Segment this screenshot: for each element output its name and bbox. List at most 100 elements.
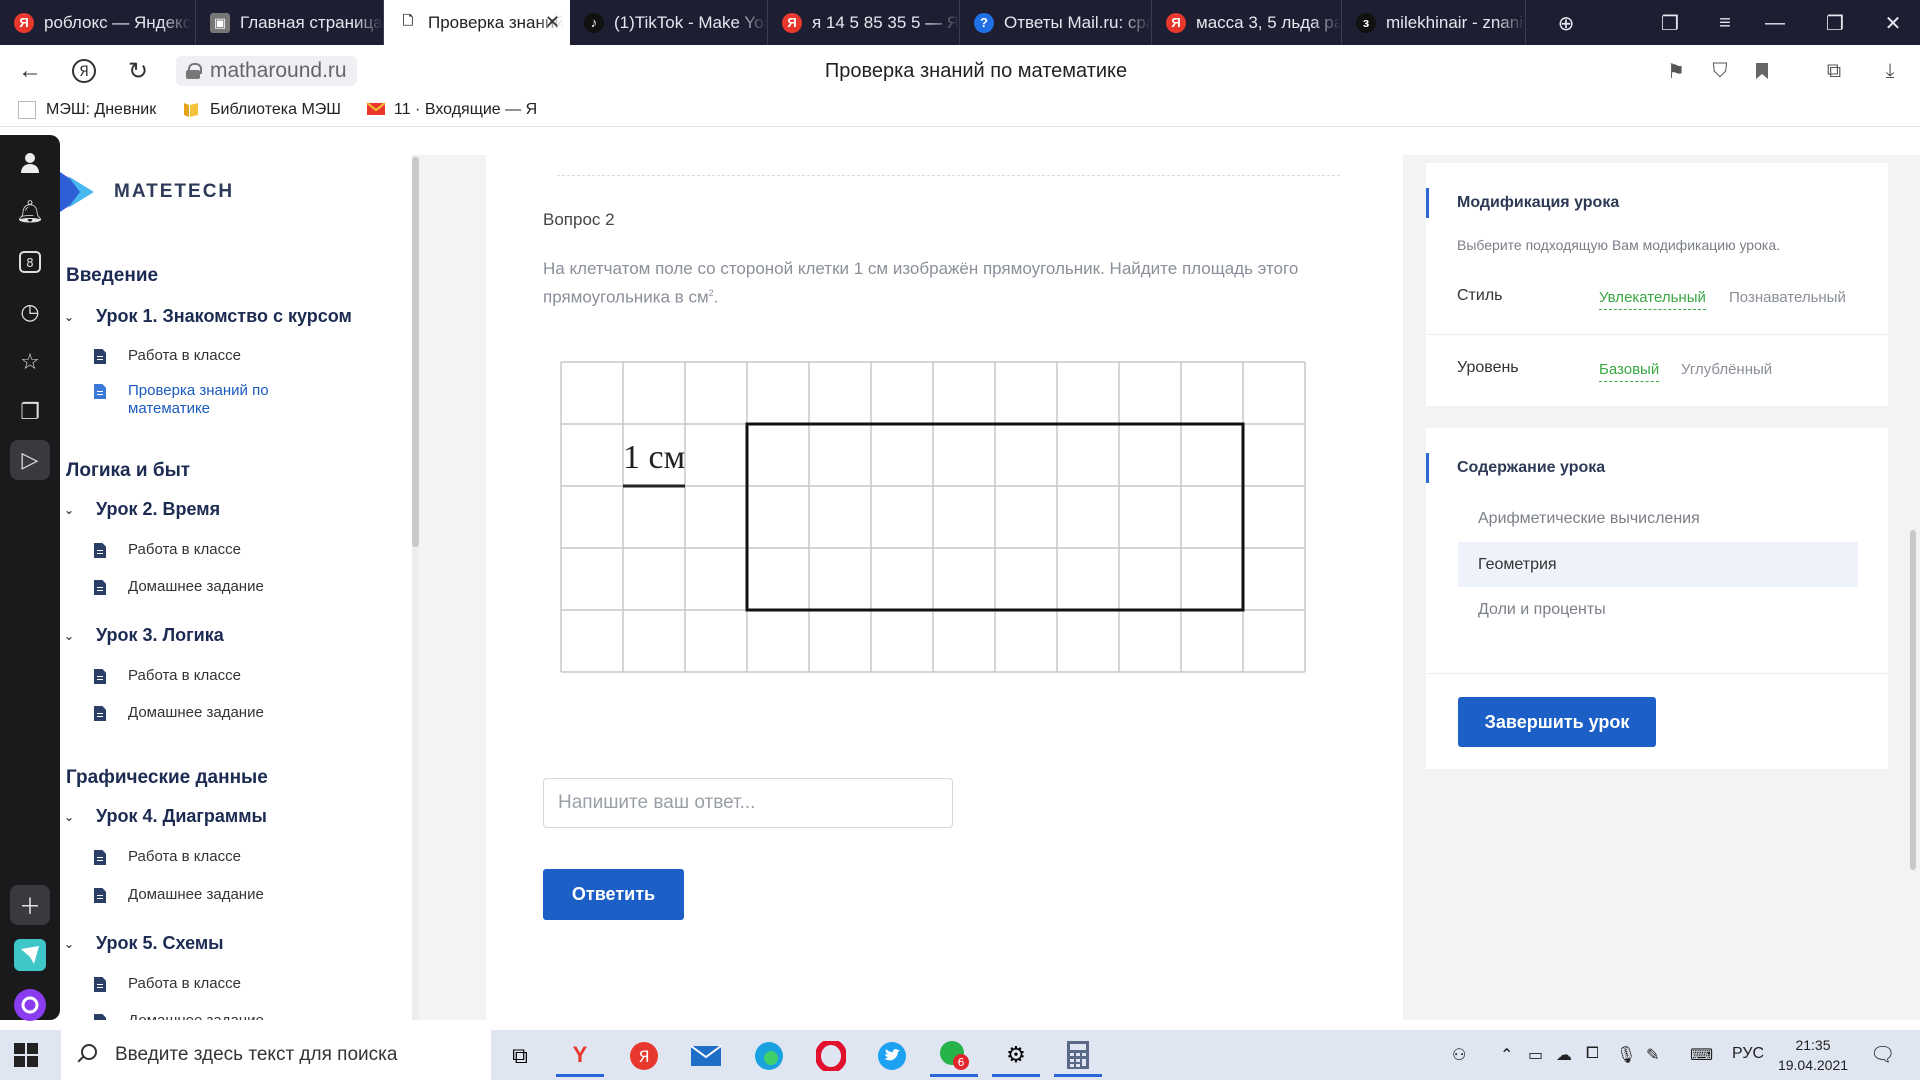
- clock[interactable]: 21:35 19.04.2021: [1768, 1035, 1858, 1075]
- sidebar-item-lesson1-test[interactable]: Проверка знаний по математике: [94, 382, 309, 418]
- sidebar-item-lesson3-homework[interactable]: Домашнее задание: [94, 704, 264, 722]
- opera-icon[interactable]: [807, 1035, 855, 1077]
- menu-icon[interactable]: ≡: [1710, 8, 1740, 38]
- contents-title: Содержание урока: [1457, 459, 1606, 476]
- tabs-overview-icon[interactable]: ❐: [1655, 8, 1685, 38]
- yandex-browser-icon[interactable]: Y: [556, 1035, 604, 1077]
- download-icon[interactable]: ⤓: [1876, 57, 1904, 85]
- cloud-icon[interactable]: ☁: [1556, 1045, 1572, 1065]
- sidebar-item-lesson2-homework[interactable]: Домашнее задание: [94, 578, 264, 596]
- style-option-cognitive[interactable]: Познавательный: [1729, 289, 1846, 306]
- history-icon[interactable]: ◷: [10, 292, 50, 332]
- contents-item-fractions[interactable]: Доли и проценты: [1458, 587, 1858, 632]
- bookmark-icon[interactable]: [1748, 57, 1776, 85]
- profile-icon[interactable]: [10, 143, 50, 183]
- bookmark-mesh-diary[interactable]: МЭШ: Дневник: [18, 101, 156, 119]
- submit-answer-button[interactable]: Ответить: [543, 869, 684, 920]
- accent-bar: [1426, 453, 1429, 483]
- sidebar-lesson-5[interactable]: ⌄ Урок 5. Схемы: [64, 933, 224, 954]
- browser-tab-5[interactable]: Я я 14 5 85 35 5 — Яндекс: [768, 0, 960, 45]
- chevron-down-icon: ⌄: [64, 936, 75, 951]
- document-icon: [94, 706, 106, 721]
- browser-tab-active[interactable]: 🗋 Проверка знаний ✕: [384, 0, 570, 45]
- close-window-icon[interactable]: ✕: [1878, 8, 1908, 38]
- taskbar-search-box[interactable]: Введите здесь текст для поиска: [61, 1030, 491, 1080]
- collections-icon[interactable]: ⧉: [1820, 57, 1848, 85]
- bookmark-mesh-library[interactable]: Библиотека МЭШ: [182, 101, 341, 119]
- video-icon[interactable]: ▷: [10, 440, 50, 480]
- level-option-basic[interactable]: Базовый: [1599, 361, 1660, 382]
- notifications-icon[interactable]: 🗨︎: [1870, 1042, 1895, 1067]
- translate-icon[interactable]: ⚑: [1662, 57, 1690, 85]
- task-view-icon[interactable]: ⧉: [496, 1035, 544, 1077]
- sidebar-lesson-1[interactable]: ⌄ Урок 1. Знакомство с курсом: [64, 306, 352, 327]
- sidebar-item-lesson1-classwork[interactable]: Работа в классе: [94, 347, 241, 365]
- back-arrow-icon[interactable]: ←: [14, 55, 46, 87]
- sidebar-lesson-4[interactable]: ⌄ Урок 4. Диаграммы: [64, 806, 267, 827]
- people-icon[interactable]: ⚇: [1452, 1045, 1466, 1065]
- modification-description: Выберите подходящую Вам модификацию урок…: [1457, 237, 1780, 253]
- style-option-engaging[interactable]: Увлекательный: [1599, 289, 1706, 310]
- collections-icon[interactable]: ❐: [10, 392, 50, 432]
- bell-icon[interactable]: 🔔︎: [10, 192, 50, 232]
- sidebar-item-lesson2-classwork[interactable]: Работа в классе: [94, 541, 241, 559]
- accent-bar: [1426, 188, 1429, 218]
- calculator-icon[interactable]: [1054, 1035, 1102, 1077]
- counter-icon[interactable]: 8: [10, 242, 50, 282]
- page-scrollbar-thumb[interactable]: [1910, 530, 1916, 870]
- minimize-icon[interactable]: —: [1760, 8, 1790, 38]
- sidebar-item-lesson5-homework[interactable]: Домашнее задание: [94, 1012, 264, 1020]
- restore-icon[interactable]: ❐: [1820, 8, 1850, 38]
- document-icon: [94, 669, 106, 684]
- logo-text: MATETECH: [114, 181, 235, 202]
- contents-item-geometry[interactable]: Геометрия: [1458, 542, 1858, 587]
- yandex-icon[interactable]: Я: [620, 1035, 668, 1077]
- divider: [1426, 334, 1888, 335]
- document-icon: [94, 977, 106, 992]
- pen-icon[interactable]: ✎: [1646, 1045, 1659, 1065]
- url-field[interactable]: matharound.ru: [176, 56, 357, 86]
- sidebar-item-lesson4-homework[interactable]: Домашнее задание: [94, 886, 264, 904]
- screen-share-icon[interactable]: ⧠: [1586, 1045, 1599, 1063]
- browser-tab-2[interactable]: ▣ Главная страница: [196, 0, 384, 45]
- messenger-icon[interactable]: [10, 935, 50, 975]
- library-icon: [182, 101, 200, 119]
- yandex-home-icon[interactable]: Я: [68, 55, 100, 87]
- sidebar-scrollbar-thumb[interactable]: [412, 157, 419, 547]
- sidebar-item-lesson4-classwork[interactable]: Работа в классе: [94, 848, 241, 866]
- protect-icon[interactable]: ⛉: [1706, 57, 1734, 85]
- chevron-up-icon[interactable]: ⌃: [1500, 1045, 1513, 1065]
- matetech-logo[interactable]: MATETECH: [60, 172, 234, 212]
- level-option-advanced[interactable]: Углублённый: [1681, 361, 1772, 378]
- browser-tab-strip: Я роблокс — Яндекс ▣ Главная страница 🗋 …: [0, 0, 1920, 45]
- language-indicator[interactable]: РУС: [1732, 1045, 1764, 1063]
- reload-icon[interactable]: ↻: [122, 55, 154, 87]
- browser-tab-4[interactable]: ♪ (1)TikTok - Make Your Day: [570, 0, 768, 45]
- add-panel-icon[interactable]: ＋: [10, 885, 50, 925]
- sidebar-item-lesson5-classwork[interactable]: Работа в классе: [94, 975, 241, 993]
- contents-item-arithmetic[interactable]: Арифметические вычисления: [1458, 496, 1858, 541]
- microphone-icon[interactable]: 🎙︎: [1616, 1045, 1636, 1065]
- windows-start-icon[interactable]: [14, 1043, 38, 1067]
- sidebar-item-lesson3-classwork[interactable]: Работа в классе: [94, 667, 241, 685]
- sidebar-lesson-3[interactable]: ⌄ Урок 3. Логика: [64, 625, 224, 646]
- browser-tab-1[interactable]: Я роблокс — Яндекс: [0, 0, 196, 45]
- star-icon[interactable]: ☆: [10, 342, 50, 382]
- keyboard-icon[interactable]: ⌨: [1690, 1045, 1713, 1065]
- answer-input[interactable]: [543, 778, 953, 828]
- settings-gear-icon[interactable]: ⚙: [992, 1035, 1040, 1077]
- finish-lesson-button[interactable]: Завершить урок: [1458, 697, 1656, 747]
- new-tab-icon[interactable]: ⊕: [1551, 8, 1581, 38]
- close-icon[interactable]: ✕: [545, 12, 560, 33]
- whatsapp-icon[interactable]: 6: [930, 1035, 978, 1077]
- twitter-icon[interactable]: [868, 1035, 916, 1077]
- edge-icon[interactable]: [745, 1035, 793, 1077]
- browser-tab-7[interactable]: Я масса 3, 5 льда равна: [1152, 0, 1342, 45]
- bookmark-mail-inbox[interactable]: 11 · Входящие — Я: [366, 101, 537, 119]
- sidebar-lesson-2[interactable]: ⌄ Урок 2. Время: [64, 499, 220, 520]
- camera-icon[interactable]: ▭: [1528, 1045, 1543, 1065]
- alice-icon[interactable]: [10, 985, 50, 1025]
- browser-tab-8[interactable]: з milekhinair - znanija: [1342, 0, 1526, 45]
- browser-tab-6[interactable]: ? Ответы Mail.ru: сравните: [960, 0, 1152, 45]
- mail-icon[interactable]: [682, 1035, 730, 1077]
